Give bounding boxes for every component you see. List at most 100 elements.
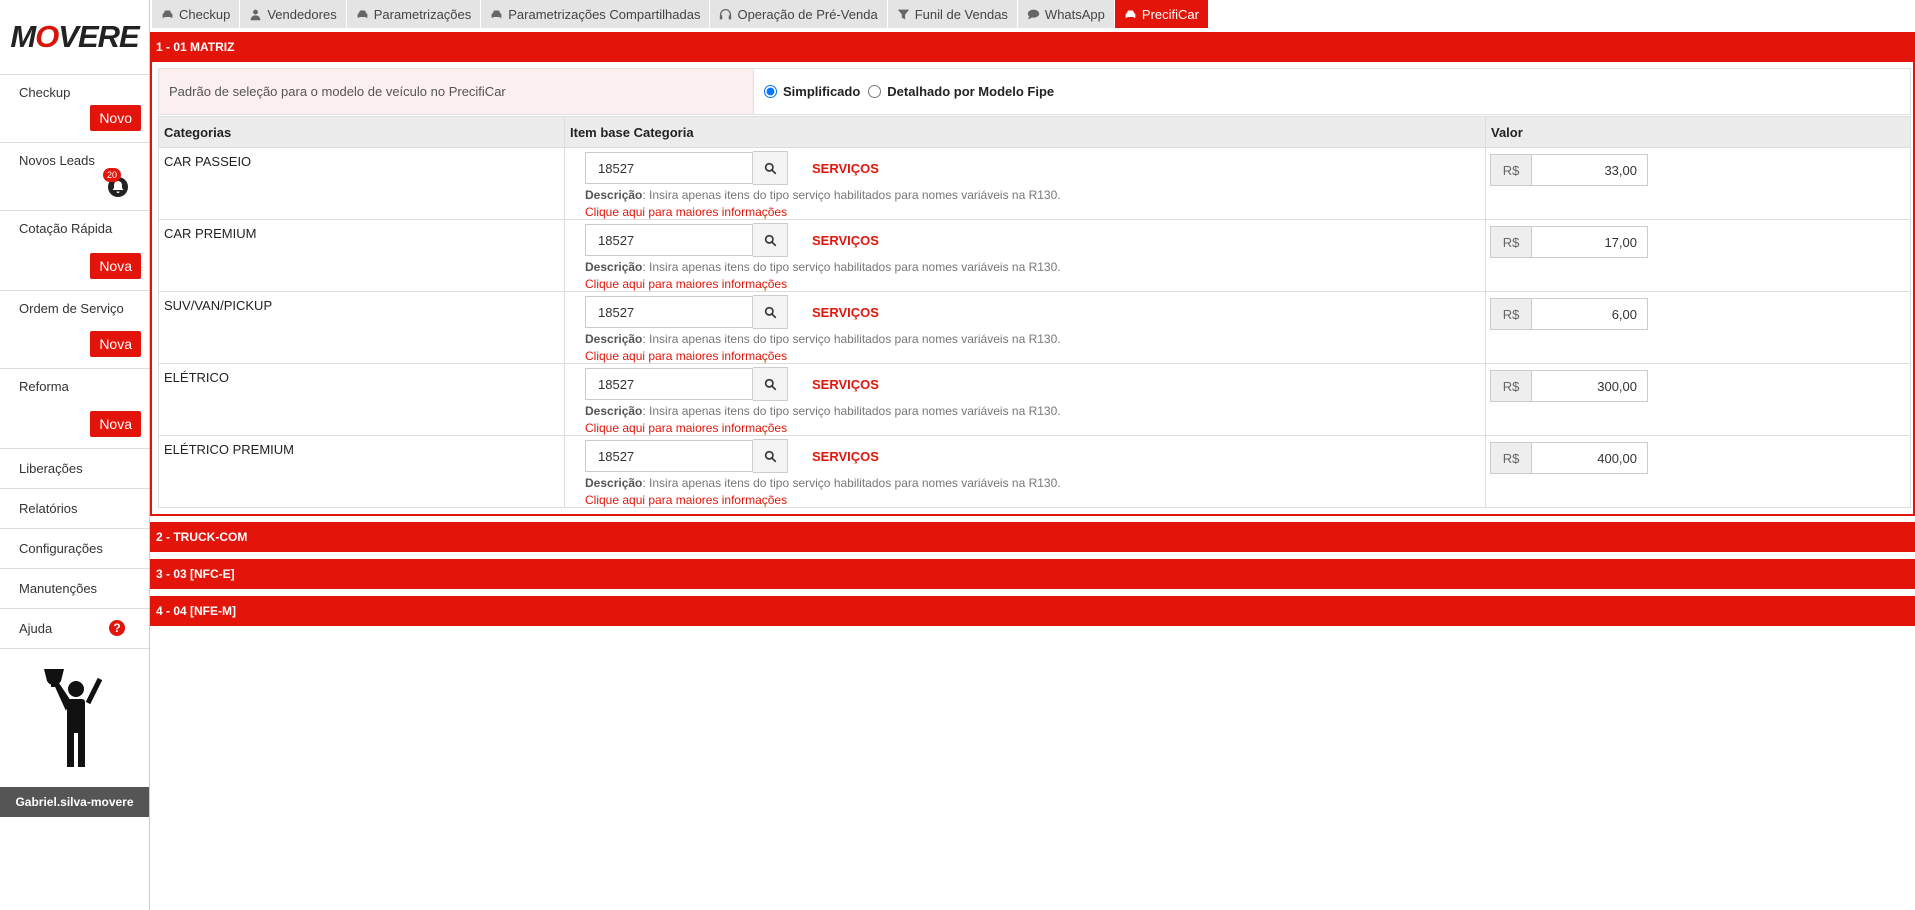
sidebar-item-manutencoes[interactable]: Manutenções [0,569,149,609]
simplificado-radio[interactable] [764,85,777,98]
value-input[interactable] [1532,298,1648,330]
sidebar-item-ajuda[interactable]: Ajuda ? [0,609,149,649]
value-input[interactable] [1532,154,1648,186]
sidebar-item-configuracoes[interactable]: Configurações [0,529,149,569]
value-input[interactable] [1532,442,1648,474]
item-description: Descrição: Insira apenas itens do tipo s… [585,332,1485,346]
search-item-button[interactable] [753,223,788,257]
sidebar-item-label: Checkup [19,85,71,100]
value-cell: R$ [1485,363,1911,436]
tab-parametrizacoes[interactable]: Parametrizações [346,0,482,28]
item-type-label: SERVIÇOS [812,448,879,464]
item-type-label: SERVIÇOS [812,376,879,392]
item-type-label: SERVIÇOS [812,232,879,248]
new-cotacao-button[interactable]: Nova [90,253,141,279]
value-input[interactable] [1532,226,1648,258]
sidebar-item-checkup[interactable]: Checkup Novo [0,75,149,143]
table-row: ELÉTRICO PREMIUM SERVIÇOS Descrição: Ins… [158,435,1911,508]
detalhado-radio[interactable] [868,85,882,98]
value-input[interactable] [1532,370,1648,402]
item-type-label: SERVIÇOS [812,304,879,320]
tab-label: PrecifiCar [1141,6,1199,22]
item-description: Descrição: Insira apenas itens do tipo s… [585,476,1485,490]
search-item-button[interactable] [753,439,788,473]
tab-checkup[interactable]: Checkup [152,0,241,28]
car-icon [357,9,368,18]
item-code-input[interactable] [585,224,753,256]
section-header-nfc-e[interactable]: 3 - 03 [NFC-E] [150,559,1915,589]
leads-count-badge: 20 [102,168,121,182]
category-name: ELÉTRICO PREMIUM [158,435,565,508]
item-code-input[interactable] [585,296,753,328]
main-content: 1 - 01 MATRIZ Padrão de seleção para o m… [150,32,1915,633]
top-tabs: Checkup Vendedores Parametrizações Param… [152,0,1209,29]
description-text: : Insira apenas itens do tipo serviço ha… [642,404,1061,418]
bell-icon[interactable]: 20 [102,168,129,198]
item-code-input[interactable] [585,368,753,400]
sidebar-item-liberacoes[interactable]: Liberações [0,449,149,489]
sidebar: MOVERE Checkup Novo Novos Leads 20 Cotaç… [0,0,150,910]
item-type-label: SERVIÇOS [812,160,879,176]
user-name-badge[interactable]: Gabriel.silva-movere [0,787,149,817]
tab-operacao-pre-venda[interactable]: Operação de Pré-Venda [710,0,888,28]
sidebar-item-label: Liberações [19,461,83,476]
new-checkup-button[interactable]: Novo [90,105,141,131]
tab-label: Parametrizações Compartilhadas [508,6,701,22]
sidebar-item-leads[interactable]: Novos Leads 20 [0,143,149,211]
value-cell: R$ [1485,291,1911,364]
category-name: SUV/VAN/PICKUP [158,291,565,364]
category-name: CAR PREMIUM [158,219,565,292]
detalhado-label[interactable]: Detalhado por Modelo Fipe [887,84,1054,99]
more-info-link[interactable]: Clique aqui para maiores informações [585,349,1485,363]
tab-precificar[interactable]: PrecifiCar [1114,0,1209,28]
search-item-button[interactable] [753,295,788,329]
item-base-cell: SERVIÇOS Descrição: Insira apenas itens … [564,435,1486,508]
category-name: CAR PASSEIO [158,147,565,220]
movere-logo[interactable]: MOVERE [0,0,149,75]
table-row: ELÉTRICO SERVIÇOS Descrição: Insira apen… [158,363,1911,436]
description-text: : Insira apenas itens do tipo serviço ha… [642,188,1061,202]
sidebar-item-label: Cotação Rápida [19,221,113,236]
sidebar-item-label: Reforma [19,379,69,394]
value-cell: R$ [1485,219,1911,292]
tab-vendedores[interactable]: Vendedores [240,0,347,28]
sidebar-item-ordem-servico[interactable]: Ordem de Serviço Nova [0,291,149,369]
table-row: SUV/VAN/PICKUP SERVIÇOS Descrição: Insir… [158,291,1911,364]
description-label: Descrição [585,476,643,490]
description-label: Descrição [585,260,643,274]
tab-funil-vendas[interactable]: Funil de Vendas [887,0,1018,28]
search-item-button[interactable] [753,151,788,185]
search-item-button[interactable] [753,367,788,401]
new-ordem-button[interactable]: Nova [90,331,141,357]
value-cell: R$ [1485,147,1911,220]
description-label: Descrição [585,332,643,346]
trophy-winner-icon [44,669,103,767]
description-label: Descrição [585,188,643,202]
more-info-link[interactable]: Clique aqui para maiores informações [585,493,1485,507]
sidebar-item-relatorios[interactable]: Relatórios [0,489,149,529]
new-reforma-button[interactable]: Nova [90,411,141,437]
more-info-link[interactable]: Clique aqui para maiores informações [585,277,1485,291]
help-icon[interactable]: ? [109,620,125,636]
sidebar-item-cotacao[interactable]: Cotação Rápida Nova [0,211,149,291]
column-header-categorias: Categorias [158,116,565,148]
item-description: Descrição: Insira apenas itens do tipo s… [585,188,1485,202]
more-info-link[interactable]: Clique aqui para maiores informações [585,205,1485,219]
tab-whatsapp[interactable]: WhatsApp [1017,0,1115,28]
tab-parametrizacoes-compartilhadas[interactable]: Parametrizações Compartilhadas [481,0,711,28]
item-code-input[interactable] [585,440,753,472]
sidebar-item-label: Configurações [19,541,103,556]
item-description: Descrição: Insira apenas itens do tipo s… [585,404,1485,418]
section-header-matriz[interactable]: 1 - 01 MATRIZ [150,32,1915,62]
section-header-nfe-m[interactable]: 4 - 04 [NFE-M] [150,596,1915,626]
simplificado-label[interactable]: Simplificado [783,84,860,99]
search-icon [764,450,776,462]
category-name: ELÉTRICO [158,363,565,436]
sidebar-item-reforma[interactable]: Reforma Nova [0,369,149,449]
value-cell: R$ [1485,435,1911,508]
item-code-input[interactable] [585,152,753,184]
sidebar-item-label: Ordem de Serviço [19,301,124,316]
more-info-link[interactable]: Clique aqui para maiores informações [585,421,1485,435]
section-header-truck-com[interactable]: 2 - TRUCK-COM [150,522,1915,552]
section-matriz-body: Padrão de seleção para o modelo de veícu… [150,62,1915,516]
